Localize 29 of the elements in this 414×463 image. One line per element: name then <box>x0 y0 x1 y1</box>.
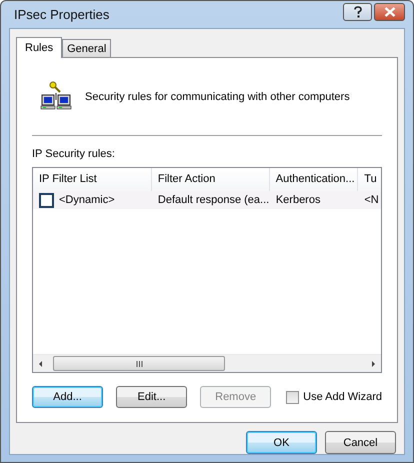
scroll-left-icon[interactable] <box>37 360 45 368</box>
description-text: Security rules for communicating with other computers <box>85 91 350 103</box>
tab[interactable]: Rules <box>16 37 62 58</box>
horizontal-scrollbar[interactable] <box>33 354 381 372</box>
window-title: IPsec Properties <box>13 7 110 22</box>
dialog-button[interactable]: Cancel <box>325 431 396 454</box>
wizard-checkbox[interactable] <box>286 390 300 404</box>
column-header[interactable]: IP Filter List <box>33 168 152 191</box>
networked-computers-key-icon <box>39 80 73 110</box>
close-icon <box>384 7 396 17</box>
table-cell: Default response (ea... <box>158 194 270 206</box>
rule-checkbox[interactable] <box>39 192 54 208</box>
column-header[interactable]: Filter Action <box>152 168 270 191</box>
table-cell: <N <box>364 194 379 206</box>
wizard-label: Use Add Wizard <box>303 391 382 403</box>
scroll-right-icon[interactable] <box>369 360 377 368</box>
table-cell: <Dynamic> <box>59 194 115 206</box>
help-icon <box>352 6 362 18</box>
table-cell: Kerberos <box>276 194 320 206</box>
tab[interactable]: General <box>62 39 112 57</box>
close-button[interactable] <box>374 3 405 21</box>
rules-label: IP Security rules: <box>32 148 116 160</box>
column-header[interactable]: Authentication... <box>270 168 358 191</box>
rule-action-button[interactable]: Edit... <box>116 386 188 408</box>
help-button[interactable] <box>343 3 372 21</box>
grip-icon <box>136 360 142 366</box>
scrollbar-thumb[interactable] <box>53 356 225 371</box>
dialog-button[interactable]: OK <box>246 431 317 454</box>
rule-action-button[interactable]: Add... <box>32 386 104 408</box>
